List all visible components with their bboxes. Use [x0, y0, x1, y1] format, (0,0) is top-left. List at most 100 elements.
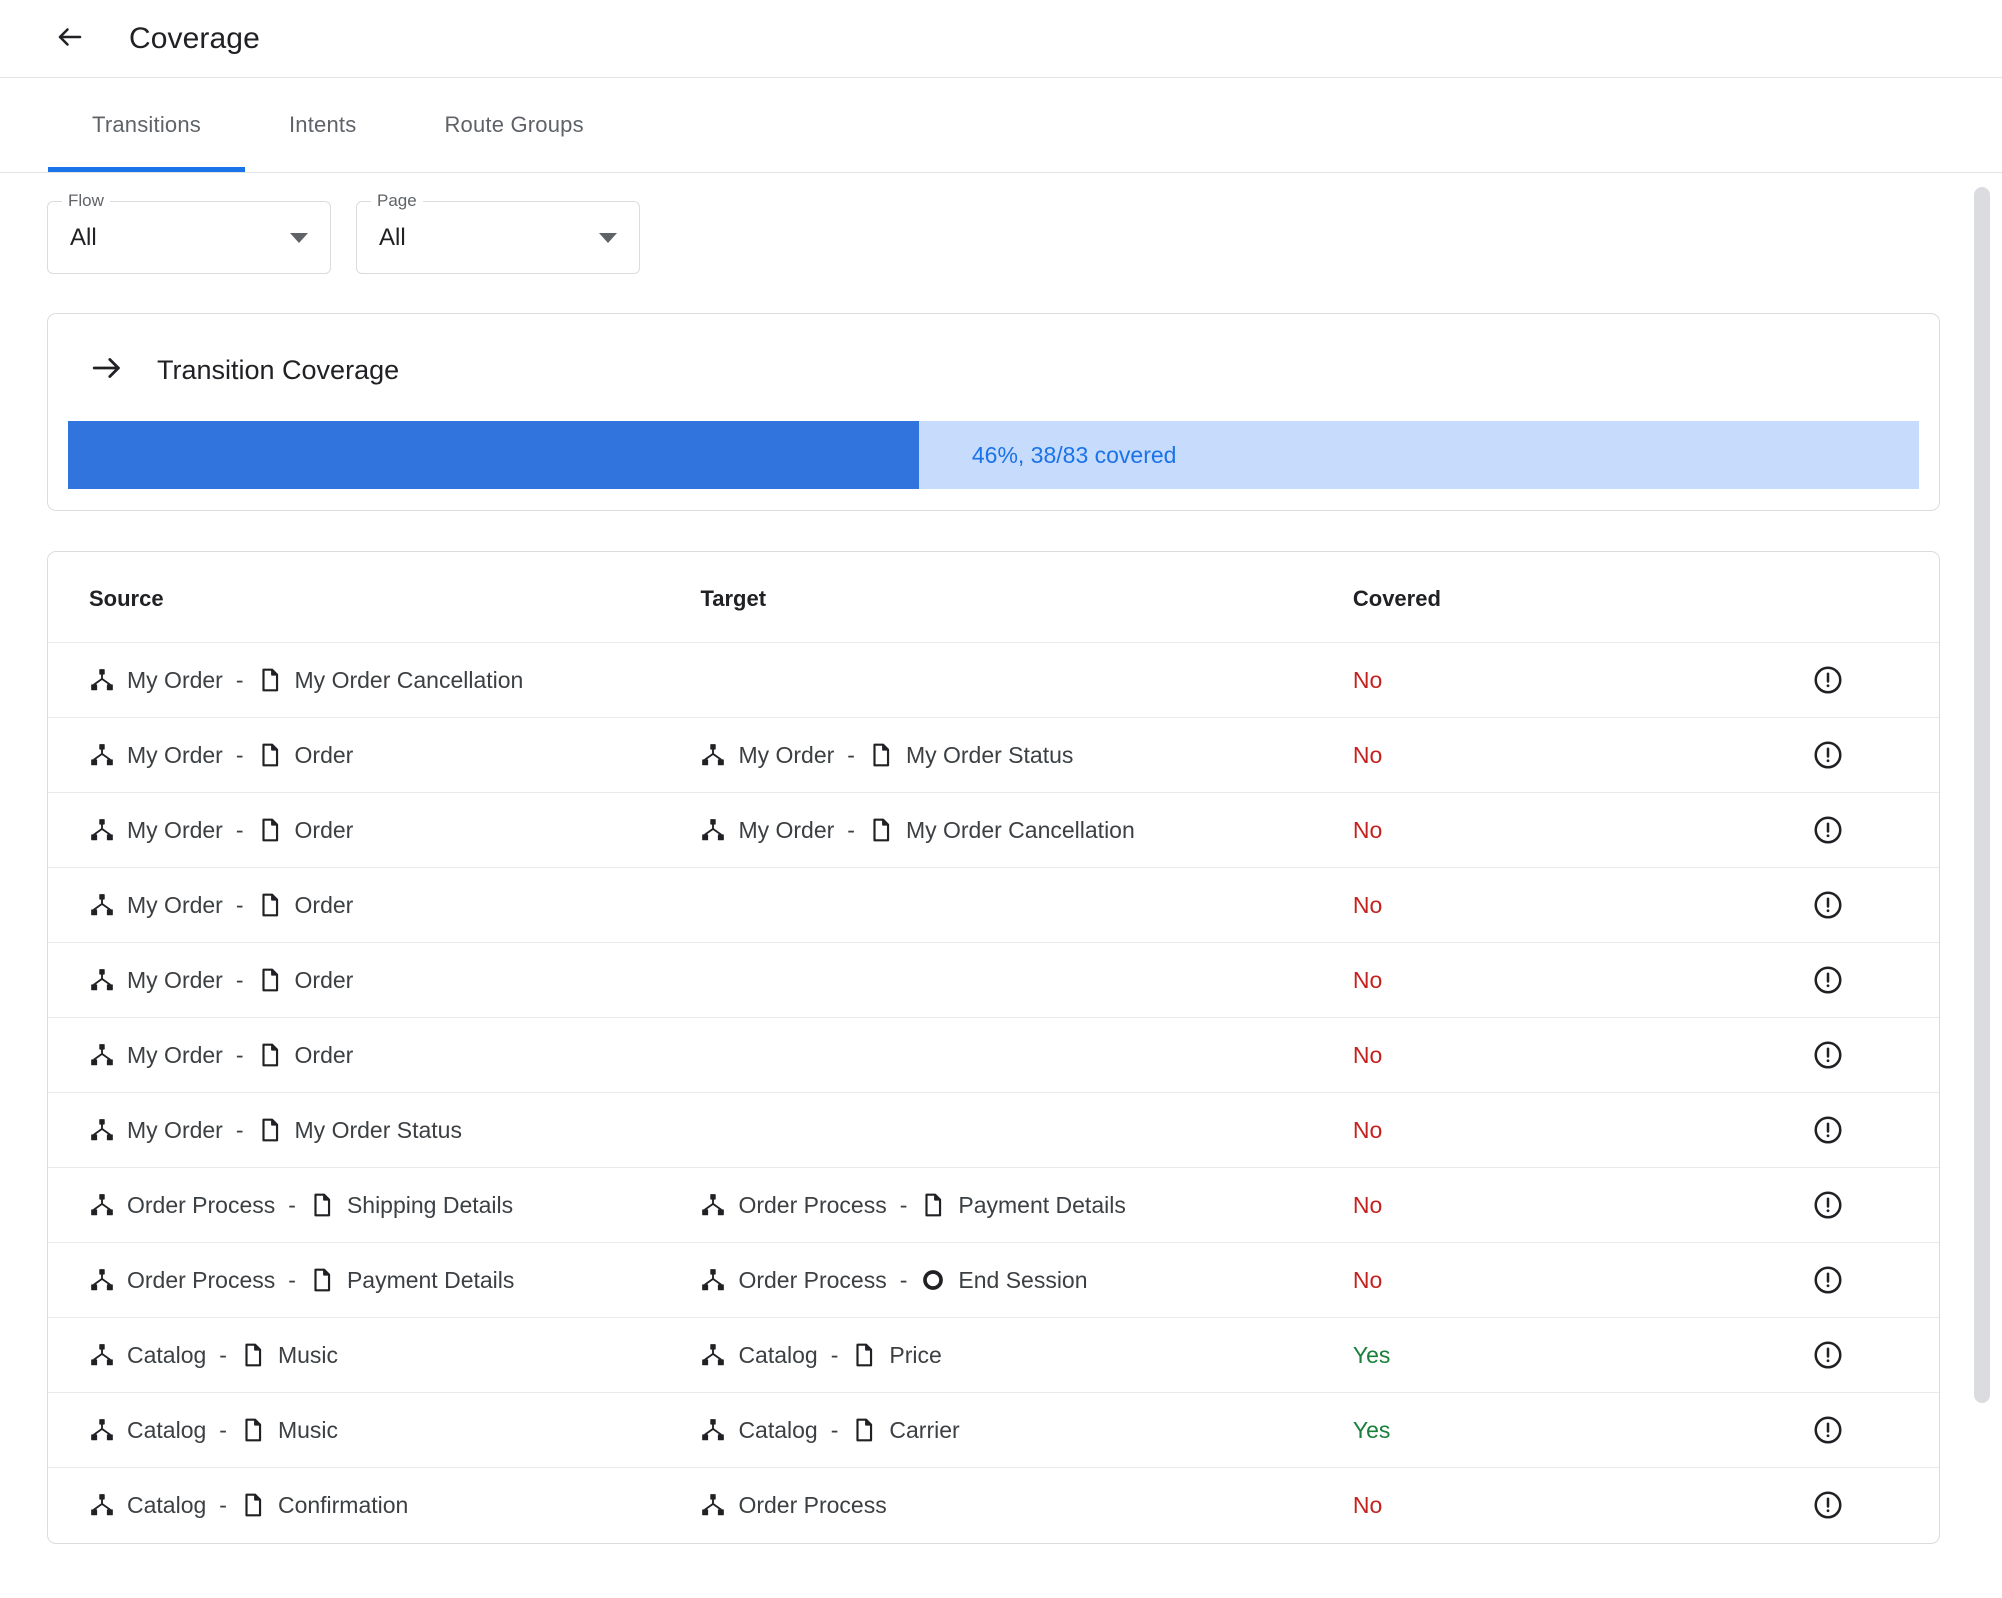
cell-source: Order Process - Payment Details	[48, 1242, 701, 1318]
source-separator: -	[219, 1491, 227, 1518]
tab-route-groups[interactable]: Route Groups	[400, 78, 627, 172]
table-row[interactable]: Catalog - Music Catalog - Carrier Yes	[48, 1392, 1939, 1468]
cell-covered: No	[1352, 1167, 1718, 1243]
error-circle-icon[interactable]	[1812, 890, 1844, 919]
table-row[interactable]: My Order - My Order Status No	[48, 1092, 1939, 1168]
target-node-name: Price	[889, 1341, 942, 1368]
flow-icon	[89, 1117, 115, 1143]
covered-status: No	[1352, 966, 1383, 993]
source-reference: My Order - Order	[89, 742, 700, 769]
cell-actions	[1717, 1167, 1939, 1243]
flow-icon	[700, 1192, 726, 1218]
cell-covered: Yes	[1352, 1317, 1718, 1393]
source-node-name: My Order Status	[294, 1116, 462, 1143]
vertical-scrollbar-track[interactable]	[1972, 173, 1992, 1598]
end-session-icon	[920, 1267, 946, 1293]
error-circle-icon[interactable]	[1812, 740, 1844, 769]
column-header-actions	[1717, 552, 1939, 643]
error-circle-icon[interactable]	[1812, 1340, 1844, 1369]
table-row[interactable]: Order Process - Payment Details Order Proce…	[48, 1242, 1939, 1318]
source-reference: My Order - Order	[89, 967, 700, 994]
target-reference: Order Process - Payment Details	[700, 1192, 1352, 1219]
back-button[interactable]	[44, 13, 96, 65]
cell-target: Catalog - Price	[700, 1317, 1353, 1393]
target-flow-name: Order Process	[738, 1266, 887, 1293]
cell-covered: No	[1352, 717, 1718, 793]
error-circle-icon[interactable]	[1812, 1490, 1844, 1519]
source-node-name: Order	[294, 966, 354, 993]
flow-icon	[89, 817, 115, 843]
page-icon	[257, 892, 283, 918]
source-separator: -	[235, 741, 244, 768]
table-row[interactable]: Catalog - Confirmation Order Process No	[48, 1468, 1939, 1543]
source-node-name: Payment Details	[346, 1266, 515, 1293]
source-flow-name: Catalog	[127, 1341, 207, 1368]
target-flow-name: My Order	[738, 816, 835, 843]
cell-target: Catalog - Carrier	[700, 1392, 1353, 1468]
source-flow-name: My Order	[127, 891, 223, 918]
flow-select[interactable]: Flow All	[47, 191, 331, 274]
error-circle-icon[interactable]	[1812, 1115, 1844, 1144]
page-icon	[240, 1417, 266, 1443]
error-circle-icon[interactable]	[1812, 965, 1844, 994]
cell-actions	[1718, 1468, 1939, 1543]
source-node-name: Order	[294, 1041, 354, 1068]
transitions-table: Source Target Covered My Order - My Order …	[48, 552, 1939, 1543]
cell-source: Catalog - Music	[48, 1317, 701, 1393]
arrow-right-icon	[90, 351, 124, 390]
error-circle-icon[interactable]	[1812, 1265, 1844, 1294]
page-icon	[309, 1192, 335, 1218]
tab-transitions[interactable]: Transitions	[48, 78, 245, 172]
source-flow-name: My Order	[127, 816, 223, 843]
covered-status: No	[1352, 1266, 1383, 1293]
table-row[interactable]: Catalog - Music Catalog - Price Yes	[48, 1317, 1939, 1393]
error-circle-icon[interactable]	[1812, 1190, 1844, 1219]
page-icon	[851, 1417, 877, 1443]
table-row[interactable]: My Order - Order No	[48, 1017, 1939, 1093]
source-flow-name: My Order	[127, 1041, 223, 1068]
source-separator: -	[235, 666, 244, 693]
source-node-name: Shipping Details	[346, 1191, 514, 1218]
source-flow-name: My Order	[127, 1116, 223, 1143]
page-select-value: All	[379, 223, 406, 251]
error-circle-icon[interactable]	[1812, 1415, 1844, 1444]
source-separator: -	[219, 1341, 227, 1368]
target-separator: -	[899, 1266, 908, 1293]
source-reference: My Order - Order	[89, 892, 700, 919]
tab-intents[interactable]: Intents	[245, 78, 400, 172]
flow-icon	[700, 1342, 726, 1368]
page-icon	[257, 967, 283, 993]
coverage-card-title: Transition Coverage	[157, 355, 400, 385]
table-row[interactable]: My Order - My Order Cancellation No	[48, 642, 1939, 718]
error-circle-icon[interactable]	[1812, 815, 1844, 844]
cell-source: Catalog - Music	[48, 1392, 701, 1468]
source-reference: My Order - My Order Status	[89, 1117, 700, 1144]
flow-icon	[89, 967, 115, 993]
page-icon	[920, 1192, 946, 1218]
source-node-name: My Order Cancellation	[294, 666, 524, 693]
target-flow-name: My Order	[738, 741, 835, 768]
covered-status: No	[1352, 1116, 1383, 1143]
target-separator: -	[847, 741, 855, 768]
flow-icon	[89, 1417, 115, 1443]
cell-target: Order Process - Payment Details	[700, 1167, 1353, 1243]
error-circle-icon[interactable]	[1812, 665, 1844, 694]
source-reference: My Order - My Order Cancellation	[89, 667, 700, 694]
covered-status: No	[1352, 1041, 1383, 1068]
target-flow-name: Order Process	[738, 1191, 887, 1218]
covered-status: No	[1352, 891, 1383, 918]
source-flow-name: Order Process	[127, 1266, 276, 1293]
table-row[interactable]: My Order - Order No	[48, 867, 1939, 943]
target-reference: My Order - My Order Status	[700, 742, 1352, 769]
error-circle-icon[interactable]	[1812, 1040, 1844, 1069]
flow-icon	[89, 1192, 115, 1218]
table-row[interactable]: My Order - Order My Order - My Order Cancella…	[48, 792, 1939, 868]
vertical-scrollbar-thumb[interactable]	[1974, 187, 1990, 1403]
tab-transitions-label: Transitions	[92, 112, 201, 137]
table-row[interactable]: My Order - Order My Order - My Order Status No	[48, 717, 1939, 793]
table-row[interactable]: Order Process - Shipping Details Order Proc…	[48, 1167, 1939, 1243]
flow-icon	[89, 742, 115, 768]
page-select[interactable]: Page All	[356, 191, 640, 274]
table-row[interactable]: My Order - Order No	[48, 942, 1939, 1018]
transition-coverage-card: Transition Coverage 46%, 38/83 covered	[47, 313, 1940, 511]
